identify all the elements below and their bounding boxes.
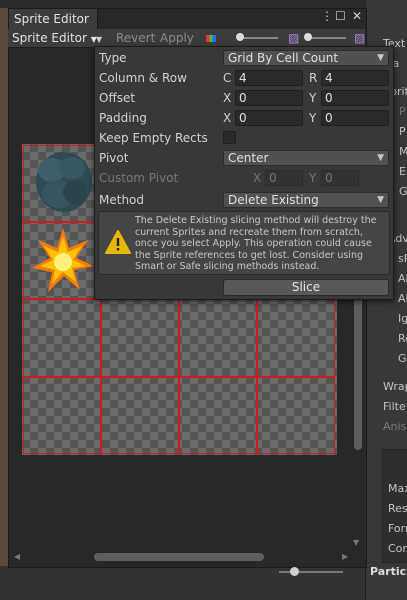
editor-mode-dropdown[interactable]: Sprite Editor ▼ bbox=[8, 29, 101, 47]
inspector-item: Anis bbox=[383, 420, 407, 433]
inspector-item: Filte bbox=[383, 400, 406, 413]
padding-x-field[interactable]: 0 bbox=[235, 110, 303, 126]
inspector-item: Cor bbox=[388, 542, 407, 555]
tab-title: Sprite Editor bbox=[14, 12, 89, 26]
padding-x-axis-label: X bbox=[223, 111, 232, 125]
background-top-bar bbox=[0, 0, 407, 8]
slice-button[interactable]: Slice bbox=[223, 279, 389, 296]
offset-y-axis-label: Y bbox=[309, 91, 317, 105]
inspector-item: Al bbox=[398, 292, 407, 305]
apply-button[interactable]: Apply bbox=[156, 29, 198, 47]
chevron-down-icon: ▼ bbox=[377, 53, 384, 63]
slice-rect[interactable] bbox=[23, 377, 101, 454]
custom-pivot-y-field: 0 bbox=[321, 170, 359, 186]
inspector-item: M bbox=[399, 145, 407, 158]
warning-icon bbox=[105, 230, 131, 254]
type-label: Type bbox=[99, 51, 127, 65]
warning-box: The Delete Existing slicing method will … bbox=[98, 211, 390, 275]
scroll-right-icon[interactable]: ▶ bbox=[342, 552, 348, 561]
inspector-item: Ig bbox=[398, 312, 407, 325]
chevron-down-icon: ▼ bbox=[377, 153, 384, 163]
inspector-item: Res bbox=[388, 502, 407, 515]
row-count-field[interactable]: 4 bbox=[321, 70, 389, 86]
offset-label: Offset bbox=[99, 91, 136, 105]
slice-rect[interactable] bbox=[257, 377, 335, 454]
keep-empty-rects-checkbox[interactable] bbox=[223, 131, 236, 144]
slice-rect[interactable] bbox=[179, 377, 257, 454]
close-icon[interactable]: ✕ bbox=[352, 9, 362, 23]
inspector-item: G bbox=[399, 185, 407, 198]
row-axis-label: R bbox=[309, 71, 318, 85]
slice-rect[interactable] bbox=[101, 377, 179, 454]
inspector-item: Wrap bbox=[383, 380, 407, 393]
inspector-item: Re bbox=[398, 332, 407, 345]
chevron-down-icon: ▼ bbox=[377, 195, 384, 205]
slice-rect[interactable] bbox=[101, 299, 179, 377]
column-count-field[interactable]: 4 bbox=[235, 70, 303, 86]
inspector-item: sR bbox=[398, 252, 407, 265]
mip-slider[interactable] bbox=[298, 29, 346, 47]
mip-level-max-icon: ▨ bbox=[354, 31, 366, 45]
inspector-platform-box: Max Res Forr Cor bbox=[382, 449, 407, 563]
padding-y-axis-label: Y bbox=[309, 111, 317, 125]
keep-empty-rects-label: Keep Empty Rects bbox=[99, 131, 208, 145]
slice-rect[interactable] bbox=[23, 299, 101, 377]
particle-section-label: Partic bbox=[370, 565, 407, 578]
column-axis-label: C bbox=[223, 71, 232, 85]
slice-rect[interactable] bbox=[257, 299, 335, 377]
inspector-item: P bbox=[399, 125, 406, 138]
custom-pivot-label: Custom Pivot bbox=[99, 171, 179, 185]
offset-x-field[interactable]: 0 bbox=[235, 90, 303, 106]
inspector-item: Al bbox=[398, 272, 407, 285]
sprite-editor-tab[interactable]: Sprite Editor bbox=[8, 8, 98, 30]
warning-text: The Delete Existing slicing method will … bbox=[135, 215, 377, 273]
slice-rect[interactable] bbox=[179, 299, 257, 377]
slice-popup: Type Grid By Cell Count ▼ Column & Row C… bbox=[94, 46, 394, 300]
offset-y-field[interactable]: 0 bbox=[321, 90, 389, 106]
revert-button[interactable]: Revert bbox=[112, 29, 159, 47]
smoke-sprite bbox=[36, 152, 92, 212]
pivot-dropdown[interactable]: Center ▼ bbox=[223, 150, 389, 166]
inspector-item: Max bbox=[388, 482, 407, 495]
custom-pivot-y-axis-label: Y bbox=[309, 171, 317, 185]
pivot-label: Pivot bbox=[99, 151, 129, 165]
padding-y-field[interactable]: 0 bbox=[321, 110, 389, 126]
method-dropdown[interactable]: Delete Existing ▼ bbox=[223, 192, 389, 208]
type-dropdown[interactable]: Grid By Cell Count ▼ bbox=[223, 50, 389, 66]
kebab-menu-icon[interactable]: ⋮ bbox=[321, 9, 333, 23]
zoom-slider[interactable] bbox=[228, 29, 278, 47]
method-label: Method bbox=[99, 193, 145, 207]
zoom-track[interactable] bbox=[279, 571, 343, 573]
custom-pivot-x-field: 0 bbox=[265, 170, 303, 186]
inspector-item: G bbox=[398, 352, 407, 365]
padding-label: Padding bbox=[99, 111, 147, 125]
scroll-left-icon[interactable]: ◀ bbox=[14, 552, 20, 561]
horizontal-scrollbar-thumb[interactable] bbox=[94, 553, 264, 561]
inspector-item: E bbox=[399, 165, 406, 178]
custom-pivot-x-axis-label: X bbox=[253, 171, 262, 185]
scroll-down-icon[interactable]: ▼ bbox=[353, 538, 359, 547]
maximize-icon[interactable]: ☐ bbox=[335, 9, 346, 23]
inspector-item: P bbox=[399, 105, 406, 118]
slice-menu-arrow-icon[interactable]: ▼ bbox=[92, 29, 106, 47]
column-row-label: Column & Row bbox=[99, 71, 187, 85]
color-channel-icon[interactable] bbox=[202, 29, 220, 47]
inspector-item: Forr bbox=[388, 522, 407, 535]
zoom-knob[interactable] bbox=[290, 567, 299, 576]
explosion-sprite bbox=[32, 228, 94, 292]
offset-x-axis-label: X bbox=[223, 91, 232, 105]
